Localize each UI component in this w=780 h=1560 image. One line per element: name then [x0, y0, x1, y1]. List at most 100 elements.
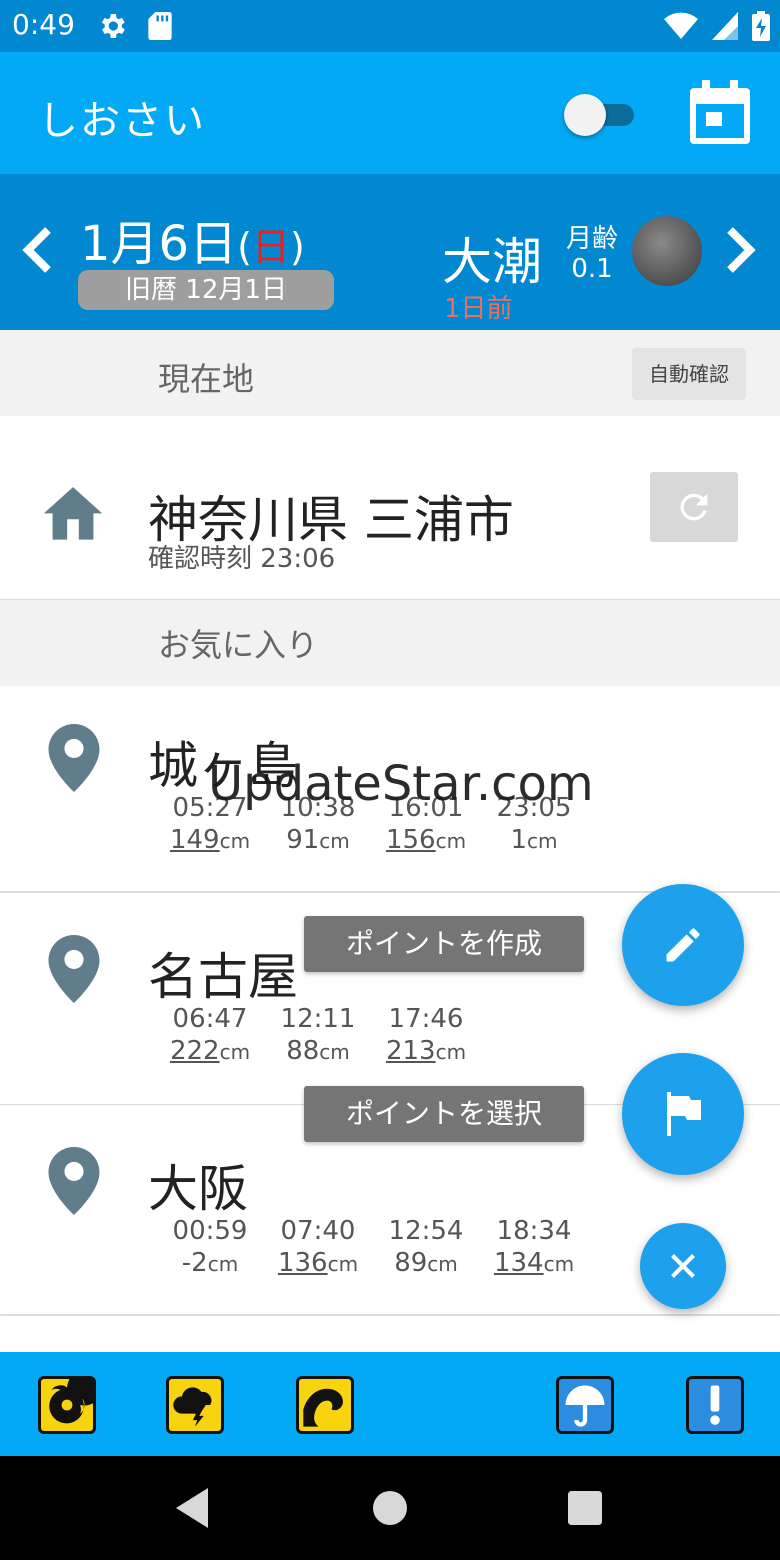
tide-unit: cm — [319, 829, 350, 853]
sd-card-icon — [148, 12, 172, 40]
moon-age-value: 0.1 — [571, 254, 613, 284]
watermark: UpdateStar.com — [208, 756, 594, 812]
create-point-label[interactable]: ポイントを作成 — [304, 916, 584, 972]
app-title: しおさい — [38, 98, 206, 144]
tide-height: 1 — [510, 825, 528, 855]
recents-icon[interactable] — [568, 1491, 602, 1525]
thunderstorm-icon — [173, 1387, 212, 1427]
days-before: 1日前 — [444, 294, 513, 324]
location-pin-icon — [48, 935, 100, 1003]
select-point-fab[interactable] — [622, 1053, 744, 1175]
status-bar: 0:49 — [0, 0, 780, 52]
tide-unit: cm — [207, 1252, 239, 1276]
exclamation-icon — [710, 1385, 720, 1425]
tide-height: 222 — [169, 1036, 220, 1066]
tide-height: -2 — [181, 1248, 208, 1278]
favorites-label: お気に入り — [158, 626, 319, 664]
tide-time: 18:34 — [496, 1216, 572, 1246]
toggle-thumb — [564, 94, 606, 136]
tide-unit: cm — [327, 1252, 359, 1276]
old-calendar-date: 旧暦 12月1日 — [78, 270, 334, 310]
tide-entry: 17:46 213cm — [372, 1003, 480, 1068]
paren-open: ( — [237, 225, 252, 269]
status-time: 0:49 — [12, 8, 75, 41]
next-day-icon[interactable] — [724, 226, 756, 274]
wave-icon — [303, 1388, 343, 1427]
tide-time: 12:54 — [388, 1216, 464, 1246]
tide-entry: 18:34 134cm — [480, 1215, 588, 1280]
typhoon-icon — [49, 1370, 102, 1424]
tide-time: 06:47 — [172, 1004, 248, 1034]
wifi-icon — [664, 12, 698, 39]
favorite-name: 大阪 — [148, 1160, 248, 1218]
tide-list: 00:59 -2cm 07:40 136cm 12:54 89cm 18:34 … — [156, 1215, 588, 1280]
checked-time: 確認時刻 23:06 — [148, 544, 336, 574]
close-icon — [671, 1254, 695, 1278]
bottom-toolbar — [0, 1352, 780, 1456]
thunderstorm-button[interactable] — [166, 1376, 224, 1434]
location-pin-icon — [48, 724, 100, 792]
tide-list: 06:47 222cm 12:11 88cm 17:46 213cm — [156, 1003, 480, 1068]
cell-signal-icon — [712, 12, 738, 40]
refresh-icon — [680, 493, 708, 521]
weekday: 日 — [251, 225, 290, 269]
tide-unit: cm — [219, 1040, 251, 1064]
battery-icon — [752, 11, 770, 41]
location-pin-icon — [48, 1147, 100, 1215]
tide-time: 00:59 — [172, 1216, 248, 1246]
tide-unit: cm — [543, 1252, 575, 1276]
settings-icon — [101, 14, 125, 38]
tsunami-button[interactable] — [296, 1376, 354, 1434]
tide-unit: cm — [427, 1252, 458, 1276]
tide-height: 88 — [286, 1036, 320, 1066]
tide-height: 134 — [493, 1248, 544, 1278]
create-point-fab[interactable] — [622, 884, 744, 1006]
refresh-button[interactable] — [650, 472, 738, 542]
select-point-label[interactable]: ポイントを選択 — [304, 1086, 584, 1142]
tide-height: 213 — [385, 1036, 436, 1066]
tide-height: 156 — [385, 825, 436, 855]
current-location-header: 現在地 自動確認 — [0, 330, 780, 416]
tide-time: 12:11 — [280, 1004, 356, 1034]
tide-unit: cm — [219, 829, 251, 853]
auto-check-button[interactable]: 自動確認 — [632, 348, 746, 400]
home-icon — [43, 487, 103, 540]
tide-entry: 12:54 89cm — [372, 1215, 480, 1280]
tide-height: 91 — [286, 825, 320, 855]
moon-age-label: 月齢 — [565, 224, 618, 254]
tide-unit: cm — [435, 829, 467, 853]
umbrella-icon — [565, 1385, 605, 1427]
date-bar: 1月6日(日) 旧暦 12月1日 大潮 1日前 月齢 0.1 — [0, 174, 780, 330]
calendar-icon[interactable] — [690, 80, 750, 144]
favorites-header: お気に入り — [0, 600, 780, 686]
weather-button[interactable] — [556, 1376, 614, 1434]
system-nav-bar — [0, 1456, 780, 1560]
back-icon[interactable] — [176, 1488, 212, 1528]
home-nav-icon[interactable] — [373, 1491, 407, 1525]
current-location-card[interactable]: 神奈川県 三浦市 確認時刻 23:06 — [0, 416, 780, 600]
flag-icon — [667, 1092, 701, 1136]
tide-time: 17:46 — [388, 1004, 464, 1034]
tide-type: 大潮 — [442, 233, 542, 291]
favorite-name: 名古屋 — [148, 948, 298, 1006]
tide-time: 07:40 — [280, 1216, 356, 1246]
close-fab[interactable] — [640, 1223, 726, 1309]
favorite-item[interactable] — [0, 1316, 780, 1352]
tide-height: 89 — [394, 1248, 428, 1278]
current-location-label: 現在地 — [158, 360, 255, 398]
tide-entry: 07:40 136cm — [264, 1215, 372, 1280]
tide-unit: cm — [527, 829, 558, 853]
previous-day-icon[interactable] — [22, 226, 54, 274]
tide-height: 136 — [277, 1248, 328, 1278]
alert-button[interactable] — [686, 1376, 744, 1434]
mode-toggle[interactable] — [562, 94, 636, 136]
tide-entry: 12:11 88cm — [264, 1003, 372, 1068]
typhoon-button[interactable] — [38, 1370, 102, 1434]
paren-close: ) — [289, 225, 305, 269]
app-bar: しおさい — [0, 52, 780, 174]
current-date[interactable]: 1月6日(日) — [80, 204, 305, 274]
date-text: 1月6日 — [80, 216, 238, 272]
pencil-icon — [666, 928, 700, 962]
tide-height: 149 — [169, 825, 220, 855]
tide-entry: 00:59 -2cm — [156, 1215, 264, 1280]
